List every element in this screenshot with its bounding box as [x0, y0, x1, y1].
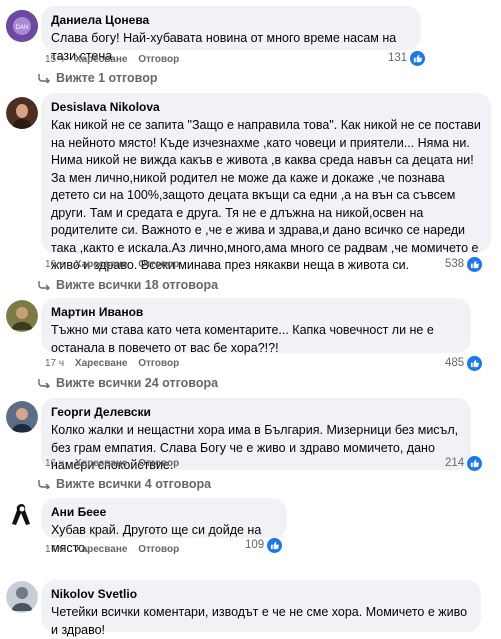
comment-bubble: Nikolov Svetlio Четейки всички коментари… — [41, 580, 481, 637]
comment-author[interactable]: Мартин Иванов — [51, 305, 461, 320]
view-replies-link[interactable]: Вижте всички 24 отговора — [38, 376, 218, 390]
reply-arrow-icon — [38, 480, 50, 489]
comment-author[interactable]: Nikolov Svetlio — [51, 587, 471, 602]
avatar[interactable] — [6, 498, 38, 530]
avatar-image-icon — [6, 97, 38, 129]
reply-arrow-icon — [38, 74, 50, 83]
comment-time[interactable]: 16 ч — [45, 259, 64, 270]
avatar[interactable] — [6, 401, 38, 433]
view-replies-link[interactable]: Вижте 1 отговор — [38, 71, 157, 85]
reply-button[interactable]: Отговор — [138, 358, 179, 369]
svg-text:DAN: DAN — [16, 25, 29, 31]
comment-meta: 17 ч Харесване Отговор — [45, 358, 187, 370]
comment-meta: 16 ч Харесване Отговор — [45, 259, 187, 271]
reaction-count[interactable]: 485 — [445, 354, 484, 372]
comment-time[interactable]: 16 ч — [45, 458, 64, 469]
avatar[interactable] — [6, 300, 38, 332]
comment-meta: 16 ч Харесване Отговор — [45, 458, 187, 470]
avatar[interactable]: DAN — [6, 10, 38, 42]
comment-author[interactable]: Desislava Nikolova — [51, 100, 481, 115]
like-reaction-icon — [409, 49, 427, 67]
avatar[interactable] — [6, 97, 38, 129]
avatar-image-icon — [6, 581, 38, 613]
like-reaction-icon — [466, 454, 484, 472]
comment-author[interactable]: Ани Бееe — [51, 505, 277, 520]
view-replies-link[interactable]: Вижте всички 18 отговора — [38, 278, 218, 292]
avatar[interactable] — [6, 581, 38, 613]
comment-text: Четейки всички коментари, изводът е че н… — [51, 605, 468, 637]
like-button[interactable]: Харесване — [75, 54, 128, 65]
comment-meta: 17 ч Харесване Отговор — [45, 544, 187, 556]
reaction-count[interactable]: 131 — [388, 49, 427, 67]
black-ribbon-icon — [12, 504, 30, 525]
like-reaction-icon — [466, 255, 484, 273]
comment-text: Тъжно ми става като чета коментарите... … — [51, 323, 434, 355]
like-button[interactable]: Харесване — [75, 259, 128, 270]
reaction-count[interactable]: 538 — [445, 255, 484, 273]
comment-bubble: Ани Бееe Хубав край. Другото ще си дойде… — [41, 498, 287, 555]
like-reaction-icon — [466, 354, 484, 372]
comment-bubble: Мартин Иванов Тъжно ми става като чета к… — [41, 298, 471, 355]
avatar-image-icon — [6, 401, 38, 433]
reply-button[interactable]: Отговор — [138, 259, 179, 270]
reply-arrow-icon — [38, 281, 50, 290]
reply-button[interactable]: Отговор — [138, 458, 179, 469]
reply-arrow-icon — [38, 379, 50, 388]
avatar-image-icon: DAN — [6, 10, 38, 42]
view-replies-link[interactable]: Вижте всички 4 отговора — [38, 477, 211, 491]
comment-text: Как никой не се запита "Защо е направила… — [51, 118, 481, 272]
like-button[interactable]: Харесване — [75, 544, 128, 555]
reply-button[interactable]: Отговор — [138, 544, 179, 555]
comment-bubble: Даниела Цонева Слава богу! Най-хубавата … — [41, 6, 421, 63]
reaction-count[interactable]: 109 — [245, 536, 284, 554]
like-button[interactable]: Харесване — [75, 358, 128, 369]
comment-bubble: Desislava Nikolova Как никой не се запит… — [41, 93, 491, 272]
like-button[interactable]: Харесване — [75, 458, 128, 469]
comment-author[interactable]: Георги Делевски — [51, 405, 461, 420]
comment-meta: 15 ч Харесване Отговор — [45, 54, 187, 66]
reaction-count[interactable]: 214 — [445, 454, 484, 472]
comment-time[interactable]: 15 ч — [45, 54, 64, 65]
reply-button[interactable]: Отговор — [138, 54, 179, 65]
comment-author[interactable]: Даниела Цонева — [51, 13, 411, 28]
like-reaction-icon — [266, 536, 284, 554]
avatar-image-icon — [6, 300, 38, 332]
comment-time[interactable]: 17 ч — [45, 358, 64, 369]
comment-time[interactable]: 17 ч — [45, 544, 64, 555]
